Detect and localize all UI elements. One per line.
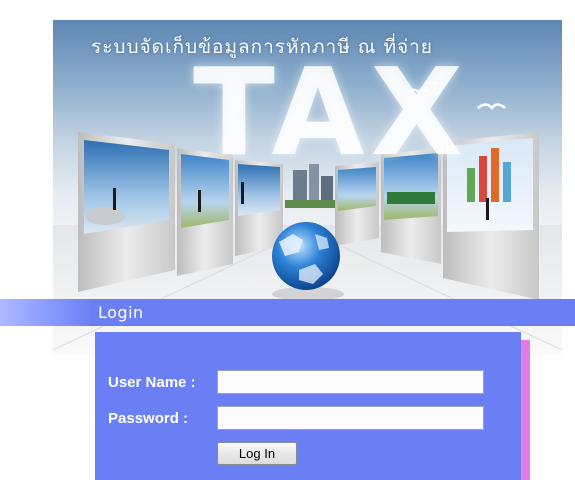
panel-accent-stripe	[521, 340, 530, 480]
username-label: User Name :	[108, 374, 196, 391]
banner-big-word: TAX	[193, 44, 469, 183]
password-input[interactable]	[217, 406, 484, 430]
login-page: TAX ระบบจัดเก็บข้อมูลการหักภาษี ณ ที่จ่า…	[0, 0, 575, 480]
login-button[interactable]: Log In	[217, 442, 297, 465]
login-form: User Name : Password : Log In	[95, 332, 521, 480]
login-header-bar: Login	[0, 299, 575, 326]
password-label: Password :	[108, 410, 189, 427]
banner-title: ระบบจัดเก็บข้อมูลการหักภาษี ณ ที่จ่าย	[91, 36, 433, 58]
username-input[interactable]	[217, 370, 484, 394]
login-heading: Login	[98, 303, 144, 322]
